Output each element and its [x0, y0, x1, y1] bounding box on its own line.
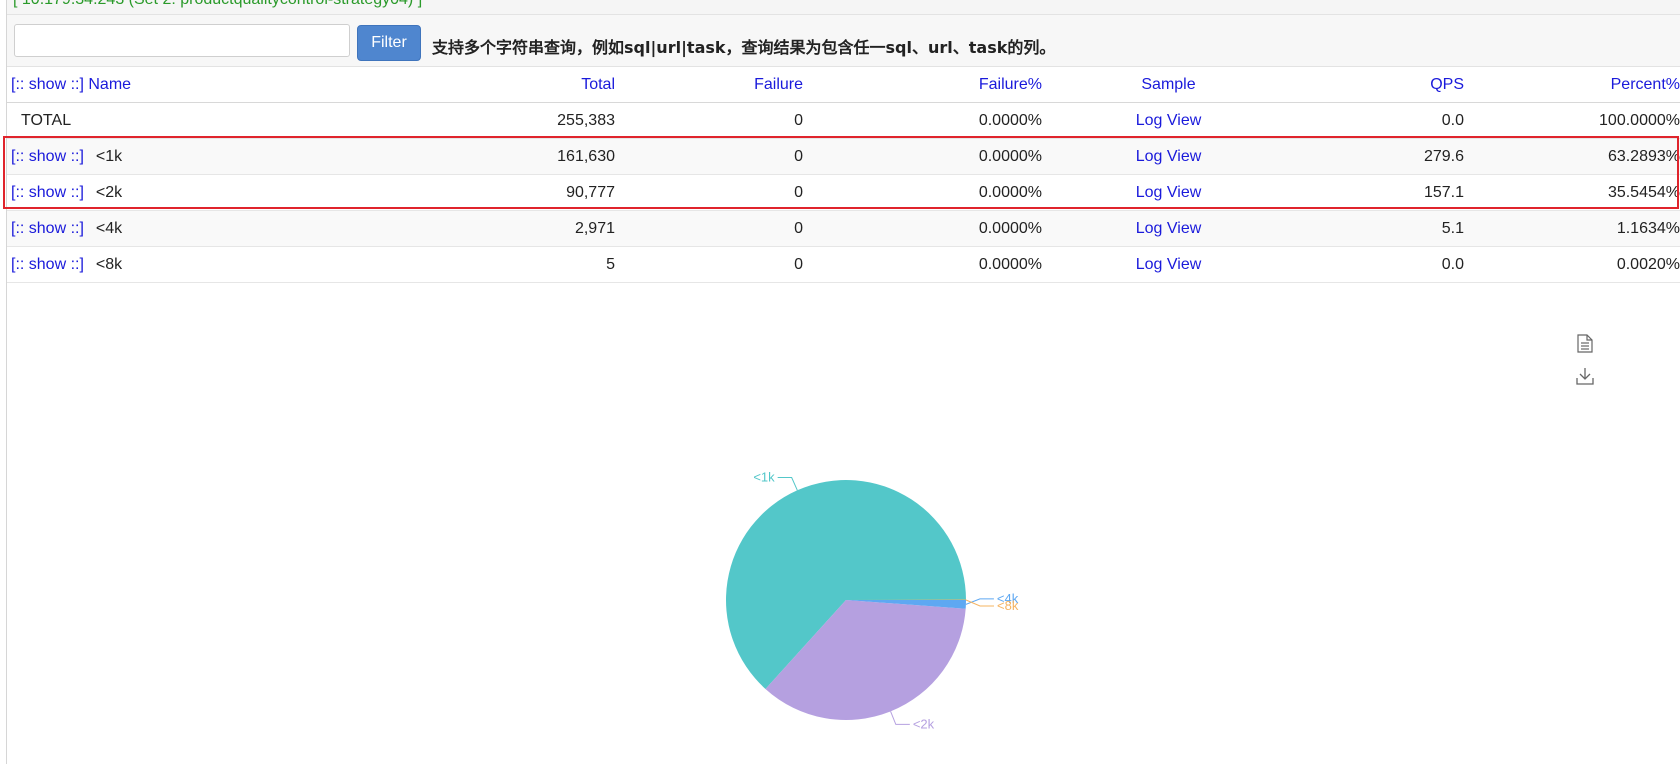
show-toggle[interactable]: [:: show ::] [11, 148, 84, 165]
pie-chart: <1k<2k<4k<8k [726, 470, 1019, 731]
sort-qps-link[interactable]: QPS [1430, 76, 1464, 93]
row-name: <4k [95, 219, 123, 237]
table-row: [:: show ::] <4k 2,971 0 0.0000% Log View… [7, 210, 1680, 247]
row-qps: 0.0 [1291, 102, 1468, 139]
report-table: [:: show ::] Name Total Failure Failure%… [7, 67, 1680, 283]
row-failure-pct: 0.0000% [807, 210, 1046, 247]
pie-label-line [777, 477, 798, 491]
log-view-link[interactable]: Log View [1136, 112, 1202, 129]
row-qps: 5.1 [1291, 210, 1468, 247]
col-qps: QPS [1291, 67, 1468, 103]
table-row: [:: show ::] <2k 90,777 0 0.0000% Log Vie… [7, 174, 1680, 211]
col-failure-pct: Failure% [807, 67, 1046, 103]
col-percent: Percent% [1468, 67, 1680, 103]
show-toggle[interactable]: [:: show ::] [11, 220, 84, 237]
row-percent: 100.0000% [1468, 102, 1680, 139]
row-total: 5 [415, 246, 619, 283]
row-failure: 0 [619, 174, 807, 211]
sort-failure-link[interactable]: Failure [754, 76, 803, 93]
pie-label: <1k [753, 470, 775, 485]
table-row: [:: show ::] <8k 5 0 0.0000% Log View 0.0… [7, 246, 1680, 283]
show-toggle[interactable]: [:: show ::] [11, 256, 84, 273]
row-total: 255,383 [415, 102, 619, 139]
row-percent: 63.2893% [1468, 138, 1680, 175]
col-name: [:: show ::] Name [7, 67, 415, 103]
log-view-link[interactable]: Log View [1136, 220, 1202, 237]
row-name: <8k [95, 255, 123, 273]
filter-bar: Filter 支持多个字符串查询，例如sql|url|task，查询结果为包含任… [7, 15, 1680, 67]
filter-button[interactable]: Filter [357, 25, 421, 61]
show-toggle[interactable]: [:: show ::] [11, 184, 84, 201]
row-failure-pct: 0.0000% [807, 174, 1046, 211]
row-qps: 0.0 [1291, 246, 1468, 283]
row-failure: 0 [619, 138, 807, 175]
row-failure: 0 [619, 210, 807, 247]
row-qps: 279.6 [1291, 138, 1468, 175]
show-all-toggle[interactable]: [:: show ::] [11, 76, 84, 93]
row-name: TOTAL [21, 111, 72, 129]
log-view-link[interactable]: Log View [1136, 256, 1202, 273]
pie-label: <2k [913, 716, 935, 731]
row-failure: 0 [619, 246, 807, 283]
col-sample: Sample [1046, 67, 1291, 103]
col-total: Total [415, 67, 619, 103]
log-view-link[interactable]: Log View [1136, 148, 1202, 165]
filter-hint: 支持多个字符串查询，例如sql|url|task，查询结果为包含任一sql、ur… [432, 38, 1056, 57]
row-failure-pct: 0.0000% [807, 102, 1046, 139]
row-qps: 157.1 [1291, 174, 1468, 211]
row-name: <2k [95, 183, 123, 201]
header-strip: [ 10.179.34.243 (Set 2: productqualityco… [7, 0, 1680, 15]
row-percent: 0.0020% [1468, 246, 1680, 283]
row-total: 2,971 [415, 210, 619, 247]
row-percent: 35.5454% [1468, 174, 1680, 211]
table-row-total: TOTAL 255,383 0 0.0000% Log View 0.0 100… [7, 102, 1680, 139]
save-image-icon[interactable] [1576, 367, 1594, 390]
data-view-icon[interactable] [1577, 334, 1593, 358]
row-name: <1k [95, 147, 123, 165]
sort-total-link[interactable]: Total [581, 76, 615, 93]
filter-input[interactable] [14, 24, 350, 57]
sort-percent-link[interactable]: Percent% [1611, 76, 1680, 93]
row-total: 161,630 [415, 138, 619, 175]
col-failure: Failure [619, 67, 807, 103]
row-failure-pct: 0.0000% [807, 246, 1046, 283]
row-total: 90,777 [415, 174, 619, 211]
log-view-link[interactable]: Log View [1136, 184, 1202, 201]
row-failure: 0 [619, 102, 807, 139]
pie-label-line [890, 711, 910, 725]
row-failure-pct: 0.0000% [807, 138, 1046, 175]
sort-failure-pct-link[interactable]: Failure% [979, 76, 1042, 93]
header-strip-text: [ 10.179.34.243 (Set 2: productqualityco… [13, 0, 422, 9]
pie-label: <8k [997, 598, 1019, 613]
table-header-row: [:: show ::] Name Total Failure Failure%… [7, 67, 1680, 103]
row-percent: 1.1634% [1468, 210, 1680, 247]
sort-name-link[interactable]: Name [88, 76, 131, 93]
table-row: [:: show ::] <1k 161,630 0 0.0000% Log Vi… [7, 138, 1680, 175]
